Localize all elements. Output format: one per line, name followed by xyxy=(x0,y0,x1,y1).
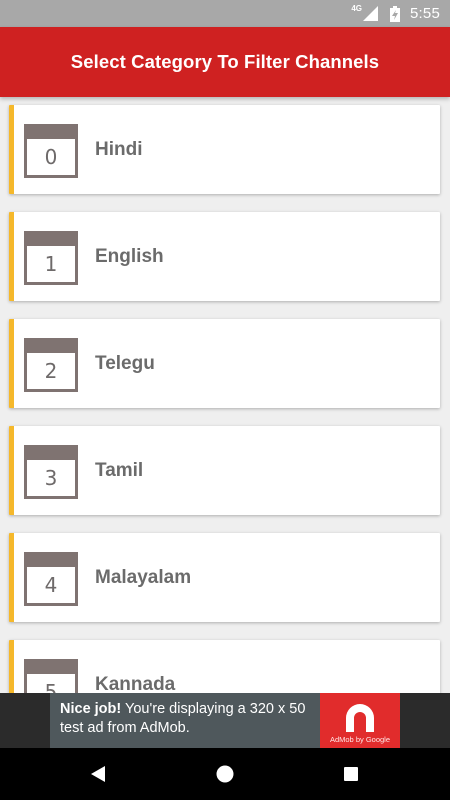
battery-charging-icon xyxy=(390,5,400,22)
category-label: Hindi xyxy=(95,138,143,160)
navigation-bar xyxy=(0,748,450,800)
calendar-icon: 4 xyxy=(24,552,78,606)
category-item-telegu[interactable]: 2 Telegu xyxy=(9,319,440,408)
network-type: 4G xyxy=(351,4,362,13)
category-item-hindi[interactable]: 0 Hindi xyxy=(9,105,440,194)
calendar-icon: 2 xyxy=(24,338,78,392)
signal-icon xyxy=(363,6,378,21)
recents-button[interactable] xyxy=(339,762,363,786)
category-label: English xyxy=(95,245,164,267)
ad-container: Nice job! You're displaying a 320 x 50 t… xyxy=(0,693,450,748)
category-item-malayalam[interactable]: 4 Malayalam xyxy=(9,533,440,622)
category-item-tamil[interactable]: 3 Tamil xyxy=(9,426,440,515)
calendar-icon: 1 xyxy=(24,231,78,285)
category-label: Telegu xyxy=(95,352,155,374)
ad-headline: Nice job! xyxy=(60,701,122,717)
calendar-icon: 3 xyxy=(24,445,78,499)
admob-logo: AdMob by Google xyxy=(320,693,400,748)
category-item-english[interactable]: 1 English xyxy=(9,212,440,301)
category-label: Malayalam xyxy=(95,566,192,588)
admob-icon xyxy=(346,704,374,732)
home-button[interactable] xyxy=(213,762,237,786)
category-list[interactable]: 0 Hindi 1 English 2 Telegu 3 Tamil 4 Mal… xyxy=(0,97,450,693)
category-number: 2 xyxy=(44,359,58,383)
back-icon xyxy=(91,766,105,782)
calendar-icon: 5 xyxy=(24,659,78,693)
status-bar: 4G 5:55 xyxy=(0,0,450,27)
ad-banner[interactable]: Nice job! You're displaying a 320 x 50 t… xyxy=(50,693,400,748)
home-icon xyxy=(216,765,234,783)
recents-icon xyxy=(344,767,358,781)
category-number: 0 xyxy=(44,145,58,169)
ad-brand: AdMob by Google xyxy=(329,735,391,744)
page-title: Select Category To Filter Channels xyxy=(70,51,380,72)
category-number: 5 xyxy=(44,680,58,693)
calendar-icon: 0 xyxy=(24,124,78,178)
category-label: Kannada xyxy=(95,673,176,694)
category-number: 1 xyxy=(44,252,58,276)
back-button[interactable] xyxy=(86,762,110,786)
app-bar: Select Category To Filter Channels xyxy=(0,27,450,97)
screen: 4G 5:55 Select Category To Filter Channe… xyxy=(0,0,450,800)
clock: 5:55 xyxy=(410,5,440,22)
category-number: 3 xyxy=(44,466,58,490)
category-item-kannada[interactable]: 5 Kannada xyxy=(9,640,440,693)
ad-text: Nice job! You're displaying a 320 x 50 t… xyxy=(50,693,320,748)
category-number: 4 xyxy=(44,573,58,597)
category-label: Tamil xyxy=(95,459,144,481)
